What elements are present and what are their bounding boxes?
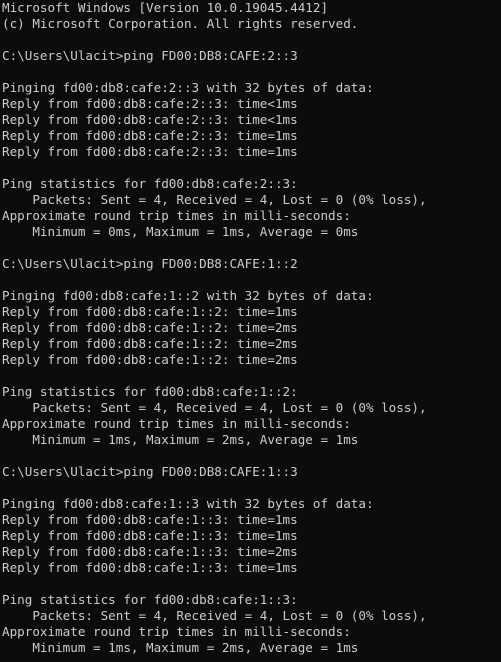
console-line-version: Microsoft Windows [Version 10.0.19045.44… xyxy=(2,0,329,15)
packets-summary: Packets: Sent = 4, Received = 4, Lost = … xyxy=(2,192,427,207)
console-output[interactable]: Microsoft Windows [Version 10.0.19045.44… xyxy=(0,0,501,662)
reply-line: Reply from fd00:db8:cafe:1::2: time=2ms xyxy=(2,336,298,351)
round-trip-heading: Approximate round trip times in milli-se… xyxy=(2,208,351,223)
command-line: C:\Users\Ulacit>ping FD00:DB8:CAFE:1::2 xyxy=(2,256,298,271)
packets-summary: Packets: Sent = 4, Received = 4, Lost = … xyxy=(2,400,427,415)
reply-line: Reply from fd00:db8:cafe:1::3: time=1ms xyxy=(2,512,298,527)
ping-statistics-heading: Ping statistics for fd00:db8:cafe:2::3: xyxy=(2,176,298,191)
reply-line: Reply from fd00:db8:cafe:2::3: time=1ms xyxy=(2,144,298,159)
reply-line: Reply from fd00:db8:cafe:2::3: time=1ms xyxy=(2,128,298,143)
round-trip-heading: Approximate round trip times in milli-se… xyxy=(2,416,351,431)
reply-line: Reply from fd00:db8:cafe:1::2: time=1ms xyxy=(2,304,298,319)
reply-line: Reply from fd00:db8:cafe:1::2: time=2ms xyxy=(2,352,298,367)
round-trip-heading: Approximate round trip times in milli-se… xyxy=(2,624,351,639)
command-line: C:\Users\Ulacit>ping FD00:DB8:CAFE:2::3 xyxy=(2,48,298,63)
reply-line: Reply from fd00:db8:cafe:1::3: time=1ms xyxy=(2,528,298,543)
ping-statistics-heading: Ping statistics for fd00:db8:cafe:1::2: xyxy=(2,384,298,399)
reply-line: Reply from fd00:db8:cafe:2::3: time<1ms xyxy=(2,96,298,111)
round-trip-summary: Minimum = 0ms, Maximum = 1ms, Average = … xyxy=(2,224,359,239)
reply-line: Reply from fd00:db8:cafe:1::3: time=1ms xyxy=(2,560,298,575)
packets-summary: Packets: Sent = 4, Received = 4, Lost = … xyxy=(2,608,427,623)
reply-line: Reply from fd00:db8:cafe:1::3: time=2ms xyxy=(2,544,298,559)
pinging-line: Pinging fd00:db8:cafe:2::3 with 32 bytes… xyxy=(2,80,374,95)
reply-line: Reply from fd00:db8:cafe:2::3: time<1ms xyxy=(2,112,298,127)
round-trip-summary: Minimum = 1ms, Maximum = 2ms, Average = … xyxy=(2,432,359,447)
console-line-copyright: (c) Microsoft Corporation. All rights re… xyxy=(2,16,359,31)
ping-statistics-heading: Ping statistics for fd00:db8:cafe:1::3: xyxy=(2,592,298,607)
round-trip-summary: Minimum = 1ms, Maximum = 2ms, Average = … xyxy=(2,640,359,655)
pinging-line: Pinging fd00:db8:cafe:1::2 with 32 bytes… xyxy=(2,288,374,303)
command-line: C:\Users\Ulacit>ping FD00:DB8:CAFE:1::3 xyxy=(2,464,298,479)
reply-line: Reply from fd00:db8:cafe:1::2: time=2ms xyxy=(2,320,298,335)
pinging-line: Pinging fd00:db8:cafe:1::3 with 32 bytes… xyxy=(2,496,374,511)
